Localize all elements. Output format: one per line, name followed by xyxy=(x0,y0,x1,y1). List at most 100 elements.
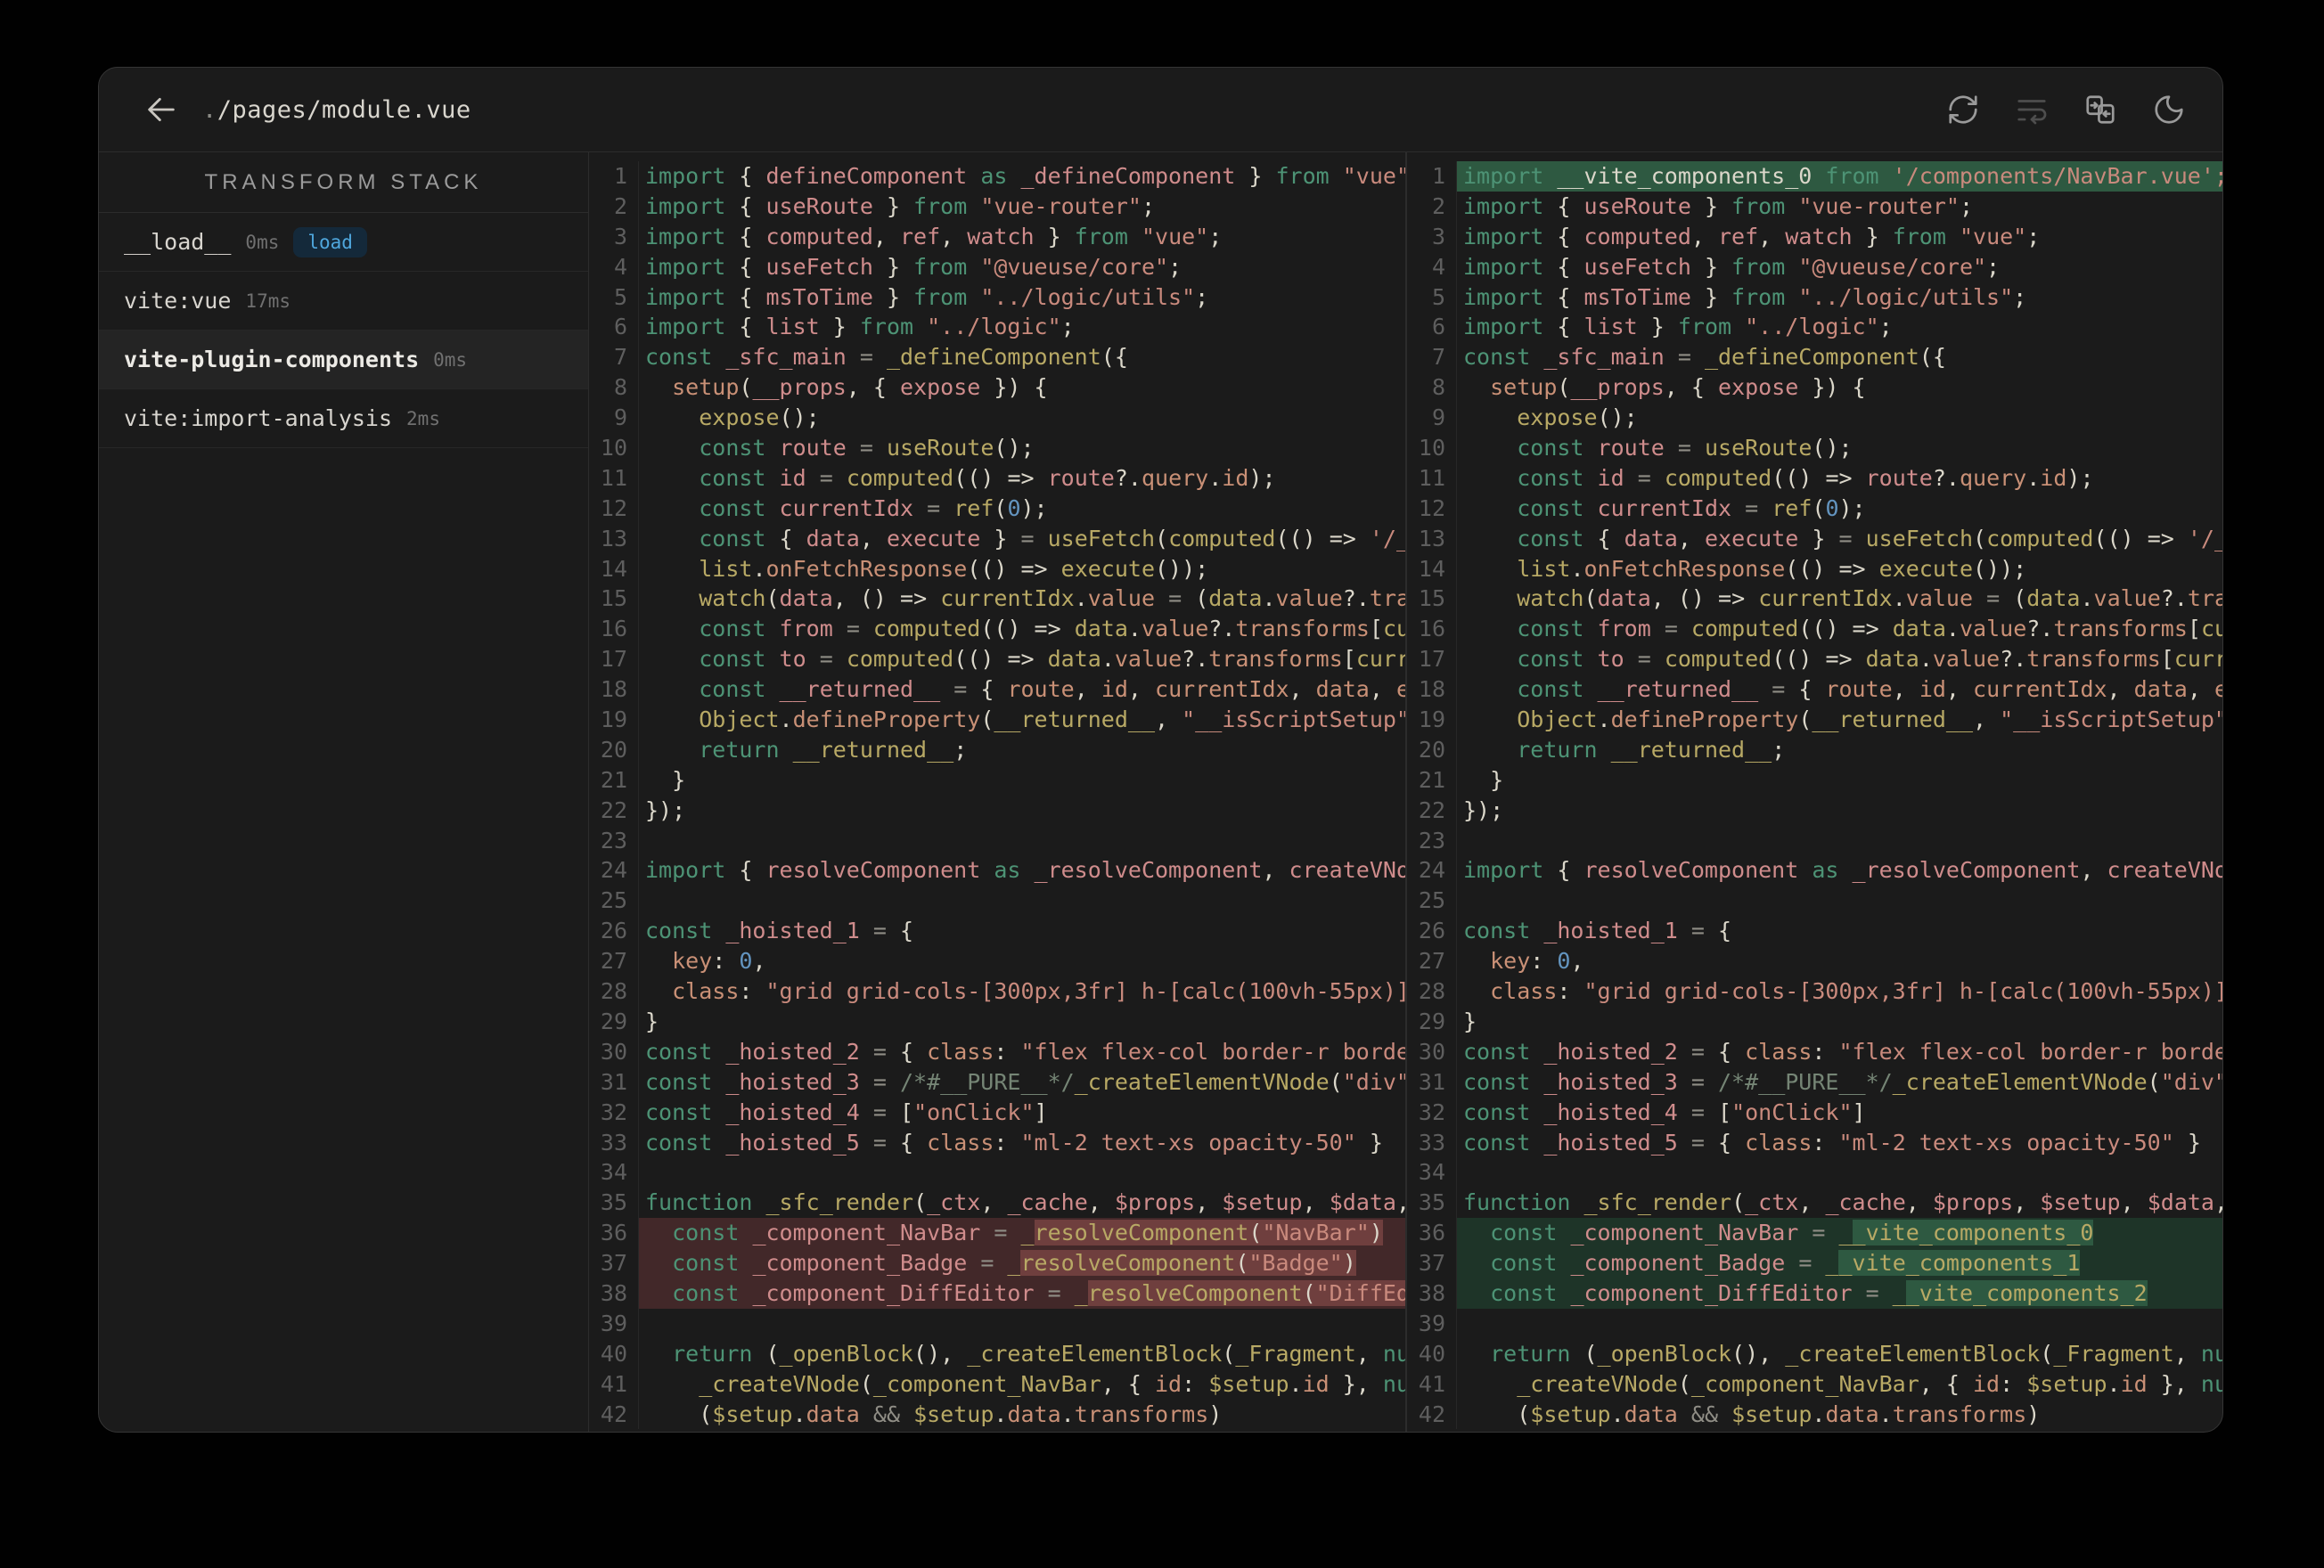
code-line: 22}); xyxy=(589,795,1405,826)
plugin-time: 17ms xyxy=(245,290,290,312)
code-text: const currentIdx = ref(0); xyxy=(699,494,1048,521)
line-number: 4 xyxy=(1407,251,1457,282)
code-text: const { data, execute } = useFetch(compu… xyxy=(699,525,1405,551)
code-text: const route = useRoute(); xyxy=(1517,435,1853,461)
code-line: 11 const id = computed(() => route?.quer… xyxy=(1407,462,2222,494)
vite-inspect-window: ./pages/module.vue TRANSFORM STACK __loa… xyxy=(98,67,2223,1433)
line-number: 41 xyxy=(589,1368,639,1400)
code-line: 12 const currentIdx = ref(0); xyxy=(589,493,1405,524)
code-line: 6 import { list } from "../logic"; xyxy=(1407,312,2222,343)
line-number: 28 xyxy=(589,976,639,1007)
dark-mode-button[interactable] xyxy=(2148,88,2190,131)
line-number: 41 xyxy=(1407,1368,1457,1400)
plugin-name: __load__ xyxy=(124,229,232,255)
code-text: const id = computed(() => route?.query.i… xyxy=(1517,464,2094,491)
code-text: const _hoisted_2 = { class: "flex flex-c… xyxy=(645,1038,1405,1065)
code-text: expose(); xyxy=(1517,404,1638,431)
code-text: _createVNode(_component_NavBar, { id: $s… xyxy=(699,1370,1405,1397)
code-line: 30 const _hoisted_2 = { class: "flex flex… xyxy=(1407,1036,2222,1067)
code-text: const _component_Badge = __vite_componen… xyxy=(1457,1248,2222,1278)
sidebar-item-vite-plugin-components[interactable]: vite-plugin-components 0ms xyxy=(99,331,588,389)
code-line: 9 expose(); xyxy=(589,403,1405,434)
line-number: 37 xyxy=(589,1248,639,1278)
desktop-background: ./pages/module.vue TRANSFORM STACK __loa… xyxy=(0,0,2324,1568)
code-line: 31 const _hoisted_3 = /*#__PURE__*/_creat… xyxy=(1407,1066,2222,1098)
code-line: 3 import { computed, ref, watch } from "v… xyxy=(1407,221,2222,252)
code-line: 16 const from = computed(() => data.valu… xyxy=(1407,614,2222,645)
sidebar-item-vite-import-analysis[interactable]: vite:import-analysis 2ms xyxy=(99,389,588,448)
line-number: 24 xyxy=(589,855,639,886)
refresh-button[interactable] xyxy=(1942,88,1984,131)
sidebar-item-vite-vue[interactable]: vite:vue 17ms xyxy=(99,272,588,331)
line-number: 8 xyxy=(1407,372,1457,404)
code-text: import { list } from "../logic"; xyxy=(1463,314,1893,340)
back-button[interactable] xyxy=(140,88,183,131)
line-number: 35 xyxy=(1407,1188,1457,1219)
code-text: const _hoisted_5 = { class: "ml-2 text-x… xyxy=(645,1129,1383,1156)
line-number: 22 xyxy=(589,795,639,826)
code-text: const to = computed(() => data.value?.tr… xyxy=(1517,646,2222,673)
code-text: const _hoisted_4 = ["onClick"] xyxy=(645,1098,1048,1125)
code-line: 16 const from = computed(() => data.valu… xyxy=(589,614,1405,645)
line-number: 17 xyxy=(1407,644,1457,675)
transform-stack-sidebar: TRANSFORM STACK __load__ 0ms load vite:vue 1… xyxy=(99,152,589,1432)
line-number: 37 xyxy=(1407,1248,1457,1278)
line-number: 25 xyxy=(1407,886,1457,917)
line-number: 35 xyxy=(589,1188,639,1219)
code-text: import { computed, ref, watch } from "vu… xyxy=(645,223,1223,249)
code-text: watch(data, () => currentIdx.value = (da… xyxy=(1517,585,2222,612)
plugin-name: vite-plugin-components xyxy=(124,347,420,372)
line-wrap-button[interactable] xyxy=(2010,88,2053,131)
code-line: 25 xyxy=(1407,886,2222,917)
line-number: 29 xyxy=(1407,1006,1457,1037)
plugin-time: 0ms xyxy=(433,348,468,371)
code-text: const _hoisted_3 = /*#__PURE__*/_createE… xyxy=(645,1068,1405,1095)
code-pane-before: 1 import { defineComponent as _defineComp… xyxy=(589,152,1405,1432)
line-number: 20 xyxy=(589,734,639,765)
line-number: 24 xyxy=(1407,855,1457,886)
line-number: 26 xyxy=(1407,916,1457,947)
line-number: 32 xyxy=(589,1097,639,1128)
line-number: 6 xyxy=(1407,312,1457,343)
line-number: 18 xyxy=(1407,674,1457,706)
code-line: 39 xyxy=(589,1308,1405,1339)
line-number: 23 xyxy=(589,825,639,856)
code-line: 29} xyxy=(1407,1006,2222,1037)
code-line: 17 const to = computed(() => data.value?… xyxy=(1407,644,2222,675)
line-number: 16 xyxy=(589,614,639,645)
line-number: 14 xyxy=(589,553,639,584)
code-text: return (_openBlock(), _createElementBloc… xyxy=(672,1340,1405,1367)
line-number: 9 xyxy=(1407,403,1457,434)
line-number: 19 xyxy=(589,705,639,735)
code-text: import { msToTime } from "../logic/utils… xyxy=(1463,283,2027,310)
sidebar-item--load-[interactable]: __load__ 0ms load xyxy=(99,213,588,272)
line-number: 5 xyxy=(1407,282,1457,313)
code-text: import { defineComponent as _defineCompo… xyxy=(645,163,1405,189)
plugin-time: 0ms xyxy=(245,231,280,253)
code-line: 20 return __returned__; xyxy=(1407,734,2222,765)
code-text: const _hoisted_1 = { xyxy=(645,918,914,944)
load-badge: load xyxy=(293,226,367,257)
line-number: 40 xyxy=(589,1338,639,1369)
code-line: 30 const _hoisted_2 = { class: "flex flex… xyxy=(589,1036,1405,1067)
code-line: 42 ($setup.data && $setup.data.transform… xyxy=(1407,1399,2222,1430)
code-line: 27 key: 0, xyxy=(1407,946,2222,977)
code-line: 18 const __returned__ = { route, id, cur… xyxy=(589,674,1405,706)
line-number: 30 xyxy=(1407,1036,1457,1067)
code-text: list.onFetchResponse(() => execute()); xyxy=(1517,555,2027,582)
code-text: Object.defineProperty(__returned__, "__i… xyxy=(699,706,1405,733)
code-text: const _component_DiffEditor = _resolveCo… xyxy=(639,1278,1405,1309)
code-text: import __vite_components_0 from '/compon… xyxy=(1457,161,2222,192)
code-line: 14 list.onFetchResponse(() => execute())… xyxy=(589,553,1405,584)
code-line: 10 const route = useRoute(); xyxy=(1407,433,2222,463)
code-text: const __returned__ = { route, id, curren… xyxy=(1517,676,2222,703)
line-number: 20 xyxy=(1407,734,1457,765)
code-text: import { computed, ref, watch } from "vu… xyxy=(1463,223,2041,249)
code-text: import { useRoute } from "vue-router"; xyxy=(645,192,1156,219)
line-number: 3 xyxy=(1407,221,1457,252)
inline-diff-button[interactable] xyxy=(2079,88,2122,131)
